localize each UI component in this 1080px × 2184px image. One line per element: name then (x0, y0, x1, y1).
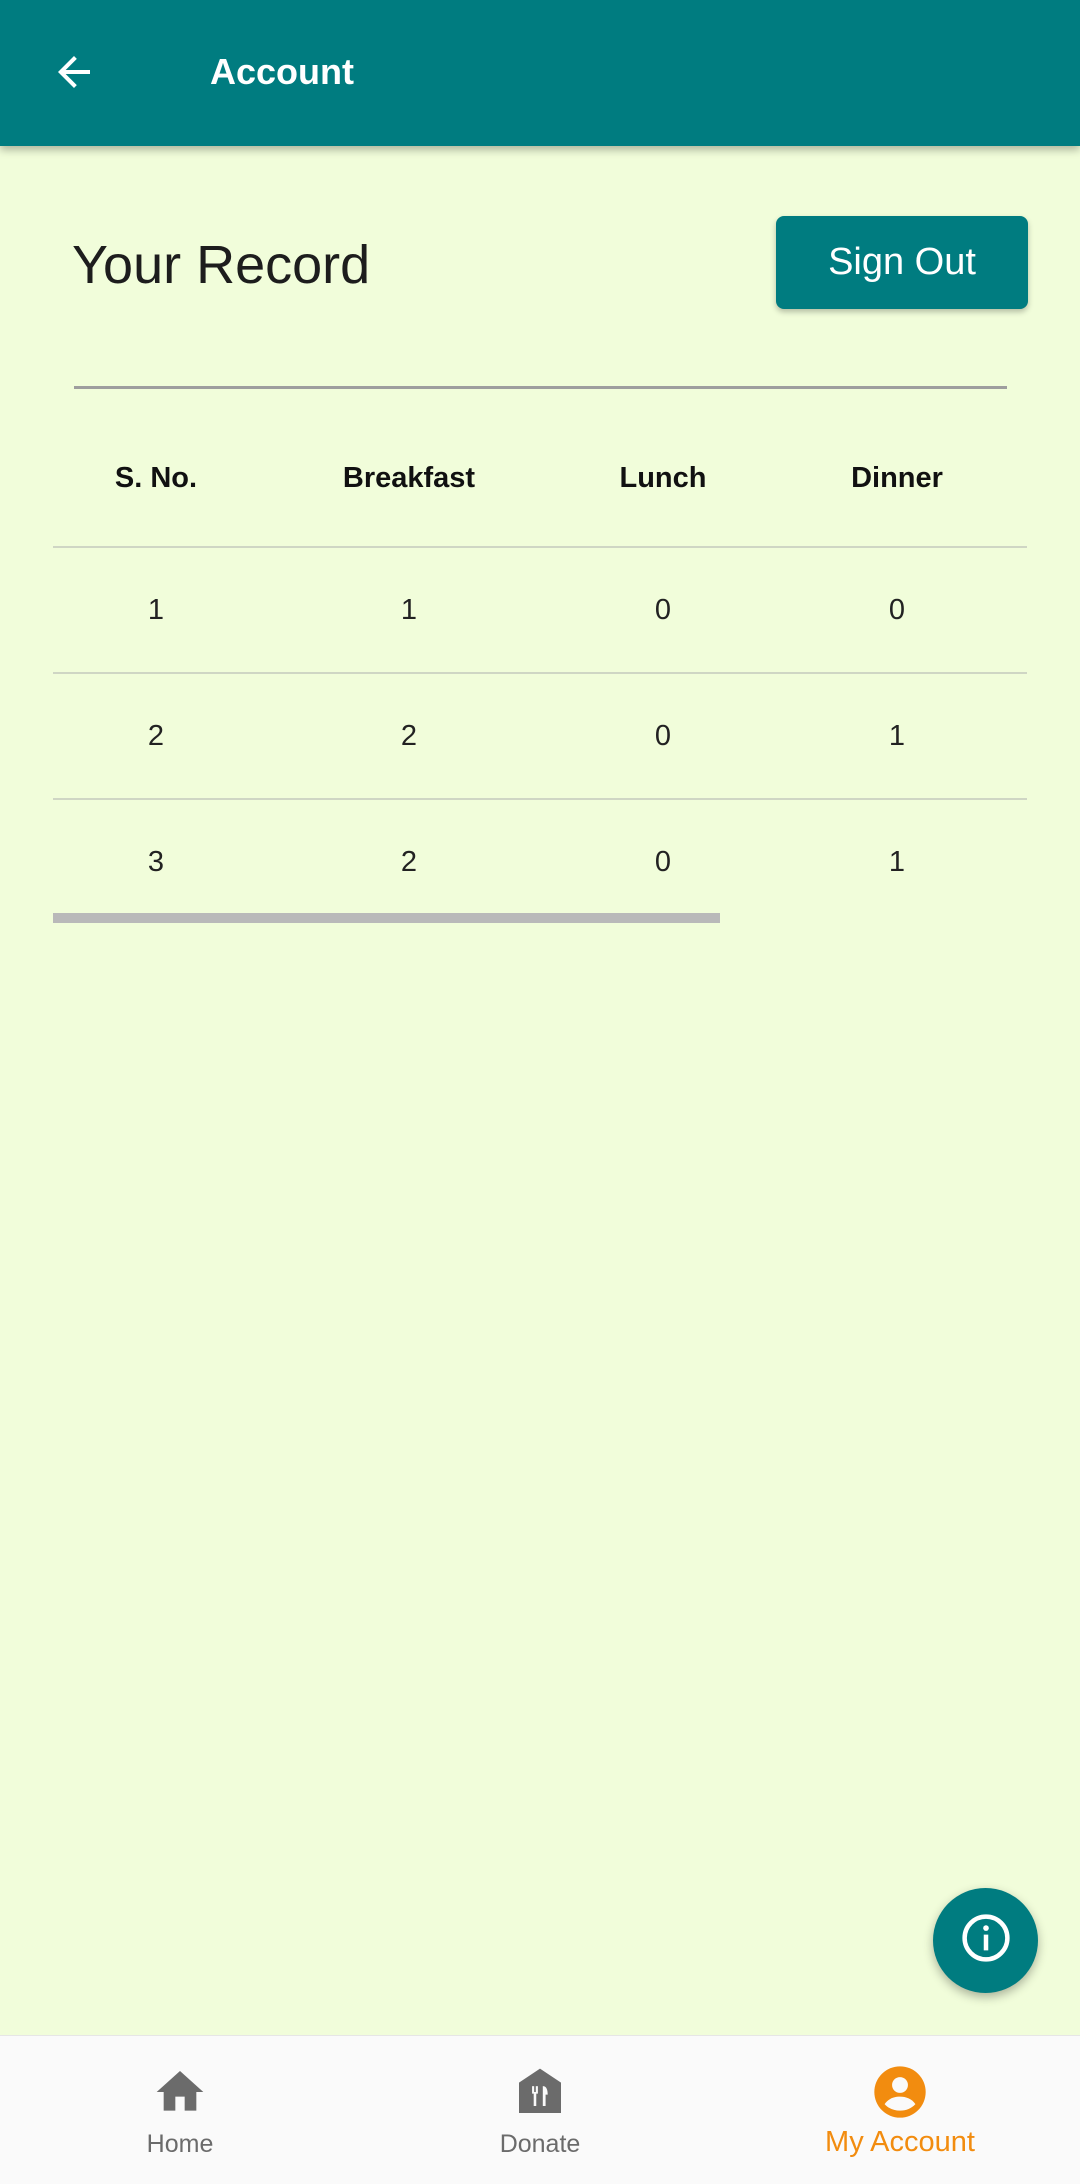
info-icon (959, 1911, 1013, 1970)
nav-item-my-account[interactable]: My Account (720, 2036, 1080, 2184)
table-cell-breakfast: 1 (400, 593, 418, 626)
table-cell-lunch: 0 (654, 719, 672, 752)
divider (74, 386, 1007, 389)
column-header-sno: S. No. (114, 461, 198, 494)
nav-item-donate[interactable]: Donate (360, 2036, 720, 2184)
bottom-navigation: Home Donate My Account (0, 2035, 1080, 2184)
table-cell-breakfast: 2 (400, 845, 418, 878)
nav-label-my-account: My Account (825, 2126, 975, 2158)
table-cell-lunch: 0 (654, 845, 672, 878)
column-header-breakfast: Breakfast (342, 461, 476, 494)
back-button[interactable] (38, 38, 110, 110)
column-header-dinner: Dinner (851, 461, 943, 494)
account-circle-icon (872, 2064, 928, 2120)
nav-label-donate: Donate (499, 2130, 581, 2158)
donate-icon (512, 2064, 568, 2120)
table-header-row: S. No. Breakfast Lunch Dinner (53, 410, 1027, 548)
nav-item-home[interactable]: Home (0, 2036, 360, 2184)
table-cell-sno: 3 (147, 845, 165, 878)
table-cell-lunch: 0 (654, 593, 672, 626)
table-cell-sno: 1 (147, 593, 165, 626)
table-row: 1 1 0 0 (53, 548, 1027, 674)
records-table: S. No. Breakfast Lunch Dinner 1 1 0 0 2 … (53, 410, 1027, 924)
page-title: Account (210, 51, 354, 92)
nav-label-home: Home (146, 2130, 214, 2158)
table-row: 2 2 0 1 (53, 674, 1027, 800)
table-cell-dinner: 0 (888, 593, 906, 626)
table-cell-dinner: 1 (888, 845, 906, 878)
table-cell-dinner: 1 (888, 719, 906, 752)
table-row: 3 2 0 1 (53, 800, 1027, 924)
home-icon (152, 2064, 208, 2120)
info-fab-button[interactable] (933, 1888, 1038, 1993)
record-heading: Your Record (72, 235, 371, 295)
column-header-lunch: Lunch (619, 461, 707, 494)
sign-out-button[interactable]: Sign Out (776, 216, 1028, 309)
table-horizontal-scrollbar[interactable] (53, 913, 720, 923)
table-cell-breakfast: 2 (400, 719, 418, 752)
table-cell-sno: 2 (147, 719, 165, 752)
app-bar: Account (0, 0, 1080, 146)
arrow-back-icon (50, 48, 98, 101)
